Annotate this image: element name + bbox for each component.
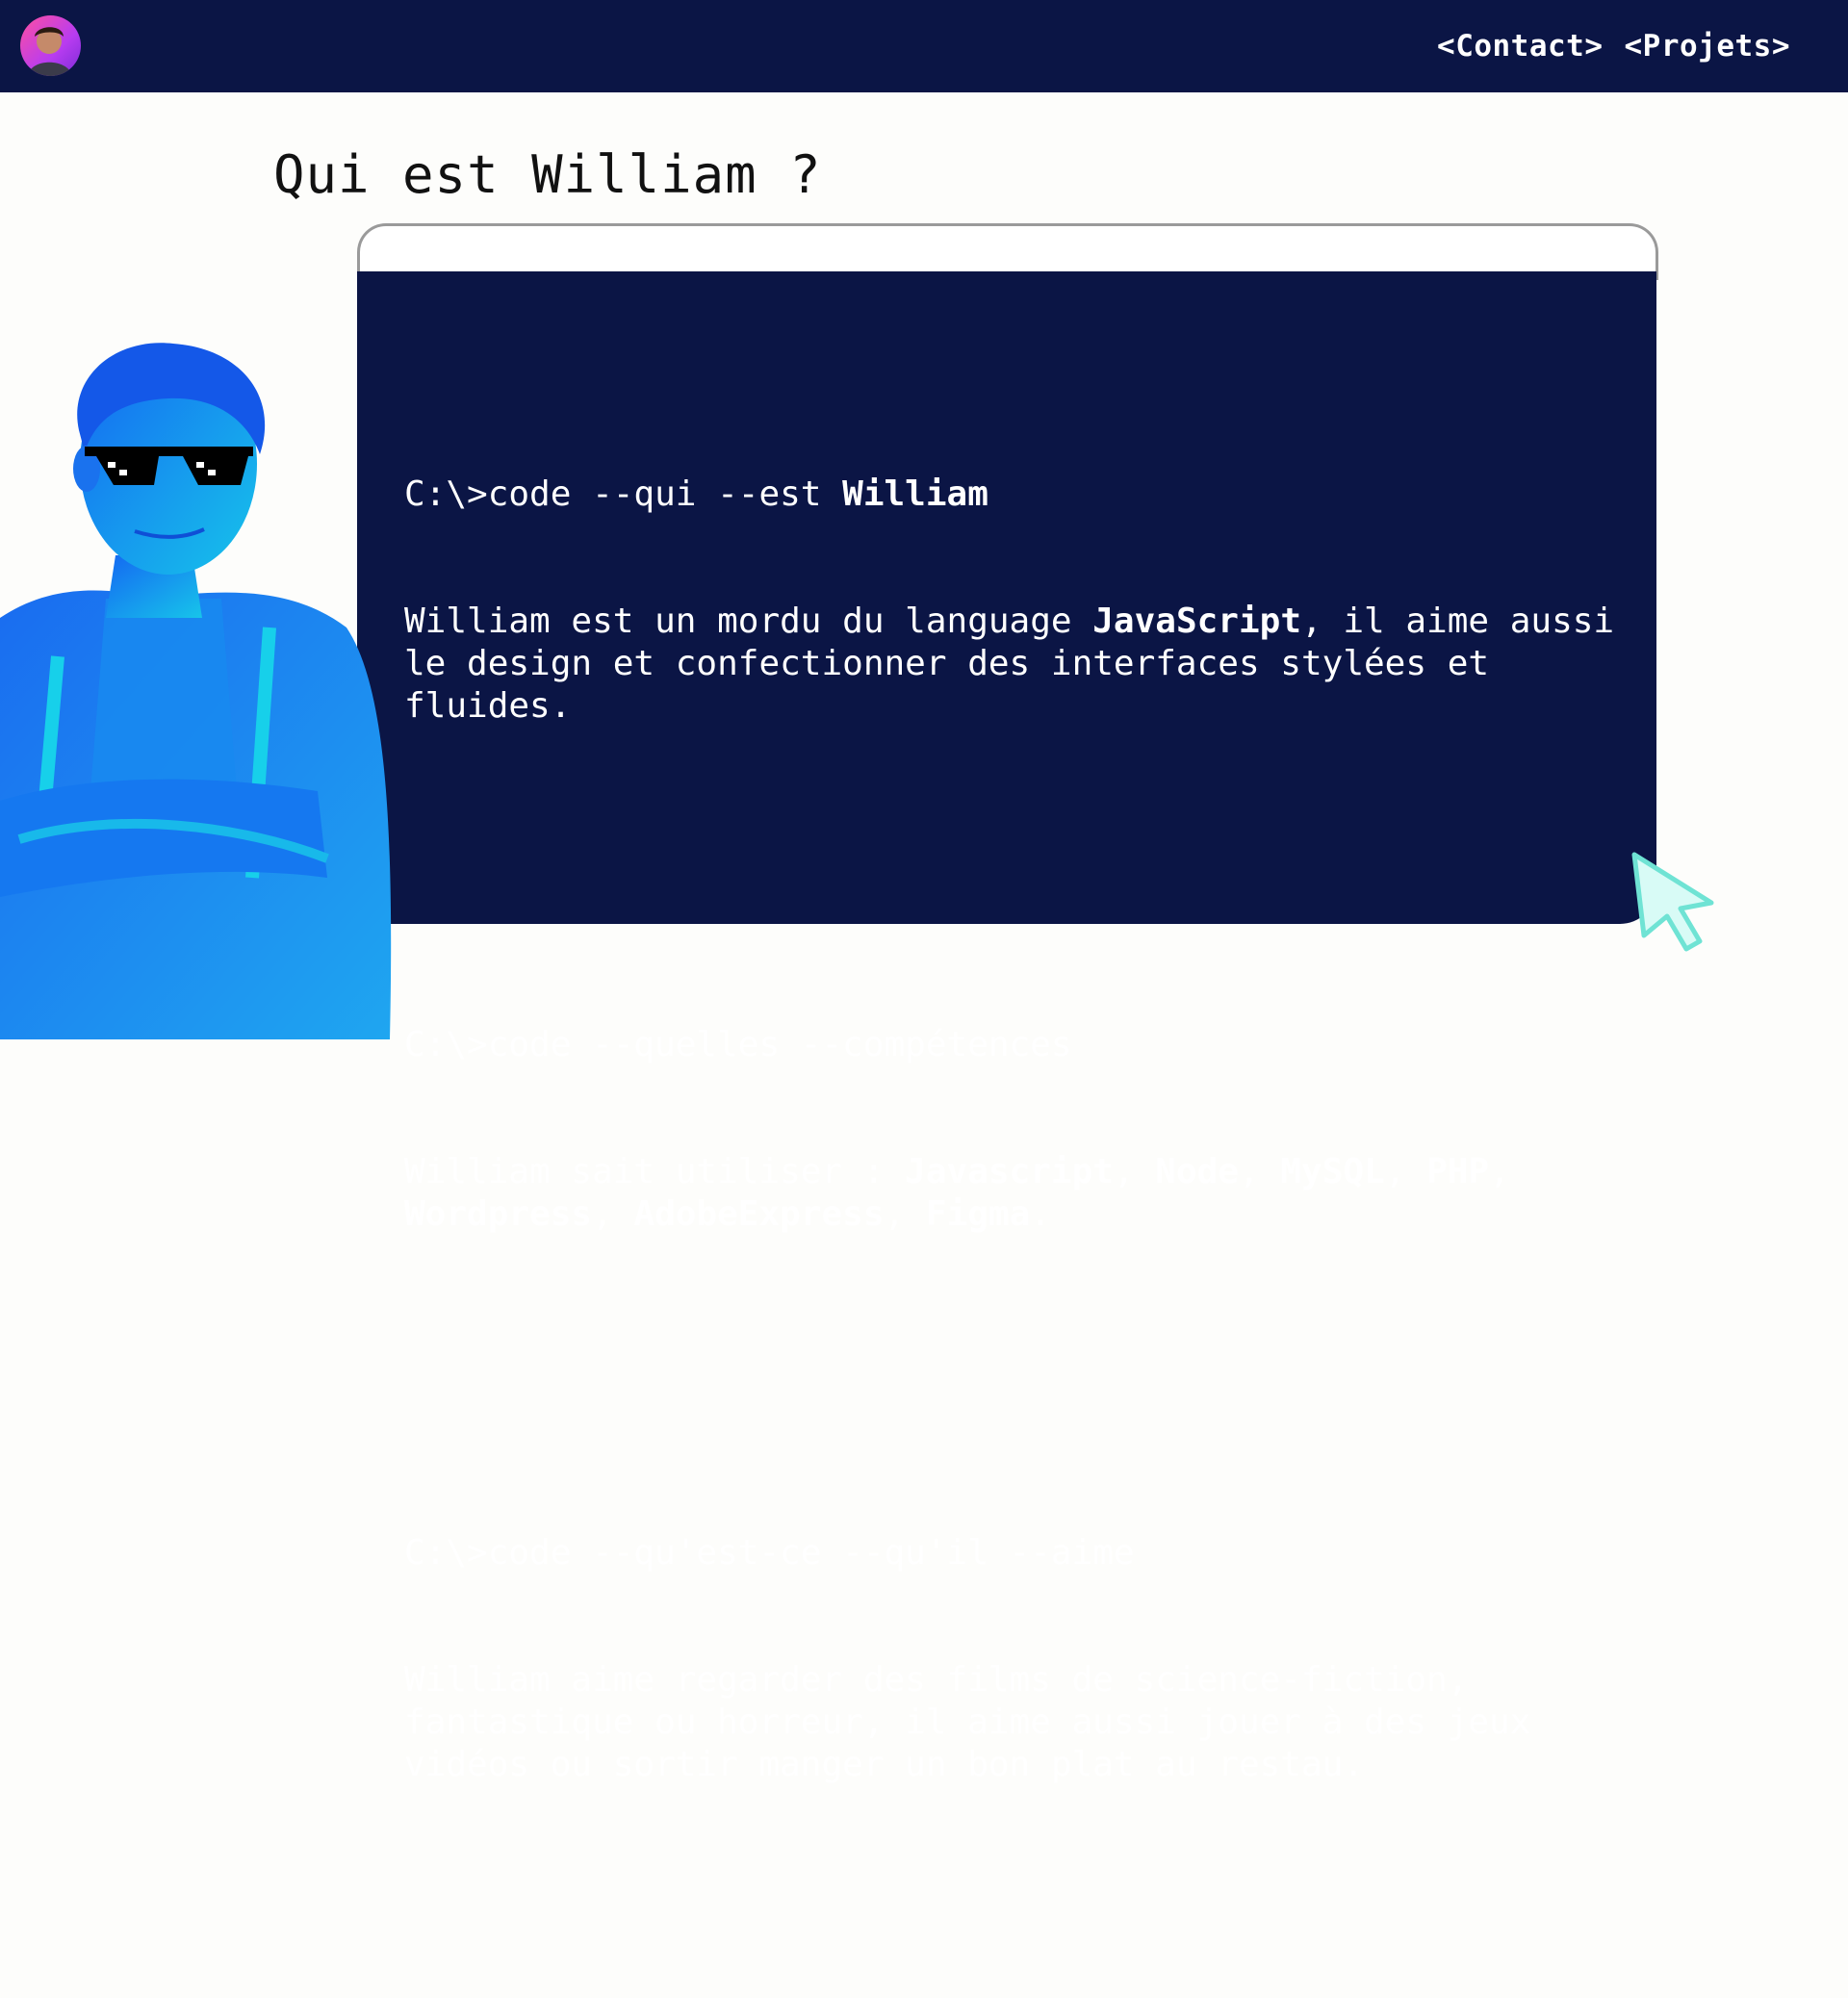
terminal-command: C:\>code --qu'est-ce --qu'il --aime — [404, 1532, 1627, 1575]
terminal-command: C:\>code --quelles --compétences — [404, 1024, 1627, 1066]
command-prefix: C:\>code --qui --est — [404, 474, 843, 514]
terminal-command: C:\>code --qui --est William — [404, 474, 1627, 516]
highlighted-term: JavaScript — [1092, 602, 1301, 641]
output-text: William sait utiliser : — [404, 1152, 906, 1191]
main-nav: <Contact> <Projets> — [1437, 29, 1790, 64]
output-text: , — [1238, 1152, 1281, 1191]
top-navigation-bar: <Contact> <Projets> — [0, 0, 1848, 92]
page-title: Qui est William ? — [273, 144, 822, 205]
highlighted-term: Javascript — [905, 1152, 1114, 1191]
terminal-window: C:\>code --qui --est William William est… — [357, 223, 1658, 1784]
terminal-block-competences: C:\>code --quelles --compétences William… — [404, 939, 1627, 1320]
output-text: . — [1030, 1194, 1051, 1234]
highlighted-term: PHP — [1426, 1152, 1490, 1191]
avatar-photo — [28, 27, 72, 76]
william-portrait — [0, 339, 404, 1039]
terminal-block-qui: C:\>code --qui --est William William est… — [404, 389, 1627, 812]
output-text: , — [884, 1194, 926, 1234]
command-prefix: C:\>code --qu'est-ce --qu'il --aime — [404, 1533, 1135, 1573]
highlighted-term: Wordpress — [404, 1194, 593, 1234]
highlighted-term: AdobeExpress — [633, 1194, 885, 1234]
person-illustration — [0, 343, 392, 1039]
terminal-block-aime: C:\>code --qu'est-ce --qu'il --aime Will… — [404, 1447, 1627, 1871]
output-text: , — [1113, 1152, 1156, 1191]
mouse-pointer-icon — [1627, 847, 1723, 953]
output-text: , — [592, 1194, 634, 1234]
output-text: William aime regarder des films de scien… — [404, 1660, 1553, 1784]
terminal-output: William est un mordu du language JavaScr… — [404, 601, 1627, 728]
command-highlight: William — [842, 474, 988, 514]
terminal-text: C:\>code --qui --est William William est… — [404, 304, 1627, 1998]
nav-link-contact[interactable]: <Contact> — [1437, 29, 1603, 64]
terminal-output: William aime regarder des films de scien… — [404, 1659, 1627, 1786]
output-text: William est un mordu du language — [404, 602, 1093, 641]
highlighted-term: MySQL — [1280, 1152, 1385, 1191]
nav-link-projets[interactable]: <Projets> — [1625, 29, 1790, 64]
terminal-output: William sait utiliser : Javascript, Node… — [404, 1151, 1627, 1236]
output-text: , — [1489, 1152, 1531, 1191]
avatar[interactable] — [20, 15, 81, 76]
output-text: , — [1384, 1152, 1427, 1191]
command-prefix: C:\>code --quelles --compétences — [404, 1025, 1072, 1064]
terminal-window-body: C:\>code --qui --est William William est… — [357, 271, 1656, 1784]
highlighted-term: Node — [1155, 1152, 1239, 1191]
highlighted-term: Figma — [925, 1194, 1031, 1234]
